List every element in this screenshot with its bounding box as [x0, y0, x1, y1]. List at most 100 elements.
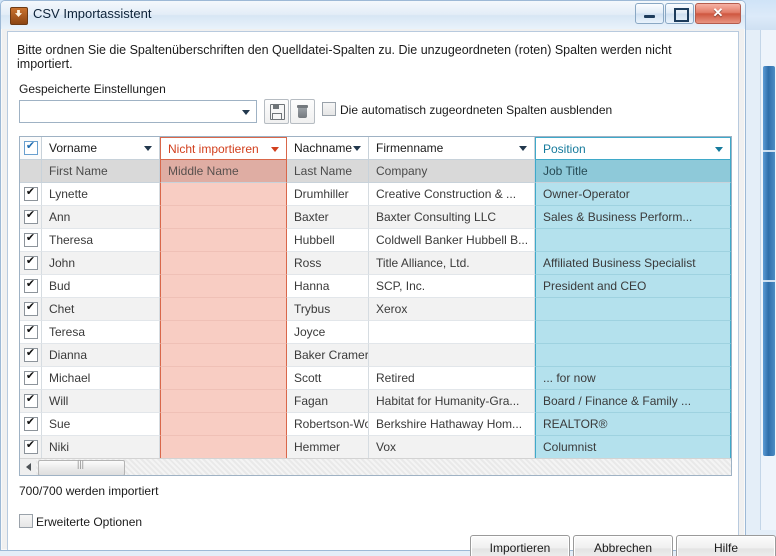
table-cell[interactable]: Baxter	[287, 206, 369, 229]
row-checkbox[interactable]	[20, 321, 42, 344]
table-row[interactable]: Dianna Baker Cramer	[20, 344, 731, 367]
table-cell[interactable]	[369, 321, 535, 344]
cancel-button[interactable]: Abbrechen	[573, 535, 673, 556]
table-cell[interactable]	[160, 321, 287, 344]
table-cell[interactable]	[369, 344, 535, 367]
table-cell[interactable]	[160, 344, 287, 367]
table-row[interactable]: Sue Robertson-WolinskiBerkshire Hathaway …	[20, 413, 731, 436]
table-cell[interactable]	[160, 275, 287, 298]
table-row[interactable]: Will FaganHabitat for Humanity-Gra...Boar…	[20, 390, 731, 413]
row-checkbox[interactable]	[20, 275, 42, 298]
row-checkbox[interactable]	[20, 390, 42, 413]
table-row[interactable]: Bud HannaSCP, Inc.President and CEO	[20, 275, 731, 298]
table-row[interactable]: Ann BaxterBaxter Consulting LLCSales & Bu…	[20, 206, 731, 229]
horizontal-scrollbar-thumb[interactable]	[38, 459, 125, 475]
column-header-dropdown-1[interactable]: Vorname	[42, 137, 160, 160]
table-cell[interactable]: Lynette	[42, 183, 160, 206]
import-button[interactable]: Importieren	[470, 535, 570, 556]
table-cell[interactable]: Theresa	[42, 229, 160, 252]
table-cell[interactable]: Teresa	[42, 321, 160, 344]
table-cell[interactable]: Columnist	[535, 436, 731, 459]
table-cell[interactable]: Ann	[42, 206, 160, 229]
table-cell[interactable]	[160, 252, 287, 275]
table-cell[interactable]: Michael	[42, 367, 160, 390]
table-cell[interactable]: Board / Finance & Family ...	[535, 390, 731, 413]
save-settings-button[interactable]	[264, 99, 289, 124]
table-row[interactable]: John RossTitle Alliance, Ltd.Affiliated B…	[20, 252, 731, 275]
maximize-button[interactable]	[665, 3, 694, 24]
title-bar[interactable]: CSV Importassistent ✕	[1, 1, 745, 29]
row-checkbox[interactable]	[20, 229, 42, 252]
table-row[interactable]: Chet TrybusXerox	[20, 298, 731, 321]
table-cell[interactable]	[160, 367, 287, 390]
table-cell[interactable]: Sue	[42, 413, 160, 436]
column-header-dropdown-5[interactable]: Position	[535, 137, 731, 160]
table-cell[interactable]: Baker Cramer	[287, 344, 369, 367]
table-cell[interactable]: Hemmer	[287, 436, 369, 459]
row-checkbox[interactable]	[20, 298, 42, 321]
table-cell[interactable]: Sales & Business Perform...	[535, 206, 731, 229]
table-cell[interactable]: Niki	[42, 436, 160, 459]
table-cell[interactable]: Title Alliance, Ltd.	[369, 252, 535, 275]
table-cell[interactable]: Owner-Operator	[535, 183, 731, 206]
table-cell[interactable]: Scott	[287, 367, 369, 390]
table-cell[interactable]	[160, 413, 287, 436]
table-cell[interactable]: John	[42, 252, 160, 275]
table-cell[interactable]: Bud	[42, 275, 160, 298]
hide-auto-mapped-checkbox[interactable]: Die automatisch zugeordneten Spalten aus…	[322, 102, 612, 117]
table-row[interactable]: Lynette DrumhillerCreative Construction &…	[20, 183, 731, 206]
saved-settings-combo[interactable]	[19, 100, 257, 123]
background-scrollbar-thumb[interactable]	[763, 66, 775, 456]
background-vertical-scrollbar[interactable]	[760, 30, 776, 530]
table-cell[interactable]: Fagan	[287, 390, 369, 413]
minimize-button[interactable]	[635, 3, 664, 24]
table-cell[interactable]: Ross	[287, 252, 369, 275]
table-cell[interactable]: Will	[42, 390, 160, 413]
table-cell[interactable]: Hanna	[287, 275, 369, 298]
column-header-dropdown-3[interactable]: Nachname	[287, 137, 369, 160]
help-button[interactable]: Hilfe	[676, 535, 776, 556]
row-checkbox[interactable]	[20, 436, 42, 459]
column-header-dropdown-2[interactable]: Nicht importieren	[160, 137, 287, 160]
row-checkbox[interactable]	[20, 344, 42, 367]
table-cell[interactable]: SCP, Inc.	[369, 275, 535, 298]
table-cell[interactable]: Coldwell Banker Hubbell B...	[369, 229, 535, 252]
table-cell[interactable]: Berkshire Hathaway Hom...	[369, 413, 535, 436]
table-cell[interactable]: President and CEO	[535, 275, 731, 298]
table-cell[interactable]	[160, 183, 287, 206]
table-horizontal-scrollbar[interactable]	[20, 458, 731, 475]
table-cell[interactable]	[535, 298, 731, 321]
table-cell[interactable]: REALTOR®	[535, 413, 731, 436]
row-checkbox[interactable]	[20, 367, 42, 390]
table-cell[interactable]: Dianna	[42, 344, 160, 367]
table-cell[interactable]	[535, 229, 731, 252]
table-cell[interactable]	[535, 321, 731, 344]
table-row[interactable]: Theresa HubbellColdwell Banker Hubbell B.…	[20, 229, 731, 252]
row-checkbox[interactable]	[20, 183, 42, 206]
table-cell[interactable]: Vox	[369, 436, 535, 459]
table-cell[interactable]: Robertson-Wolinski	[287, 413, 369, 436]
table-cell[interactable]: Xerox	[369, 298, 535, 321]
advanced-options-checkbox[interactable]: Erweiterte Optionen	[19, 514, 142, 529]
table-cell[interactable]	[160, 390, 287, 413]
row-checkbox[interactable]	[20, 206, 42, 229]
table-cell[interactable]: Joyce	[287, 321, 369, 344]
table-cell[interactable]	[160, 436, 287, 459]
table-cell[interactable]: Creative Construction & ...	[369, 183, 535, 206]
table-row[interactable]: Teresa Joyce	[20, 321, 731, 344]
table-cell[interactable]: Drumhiller	[287, 183, 369, 206]
table-cell[interactable]: Affiliated Business Specialist	[535, 252, 731, 275]
table-cell[interactable]	[160, 229, 287, 252]
table-cell[interactable]: Retired	[369, 367, 535, 390]
table-row[interactable]: Michael ScottRetired... for now	[20, 367, 731, 390]
table-cell[interactable]: ... for now	[535, 367, 731, 390]
table-cell[interactable]: Trybus	[287, 298, 369, 321]
table-cell[interactable]: Chet	[42, 298, 160, 321]
table-cell[interactable]	[160, 298, 287, 321]
delete-settings-button[interactable]	[290, 99, 315, 124]
table-cell[interactable]: Habitat for Humanity-Gra...	[369, 390, 535, 413]
row-checkbox[interactable]	[20, 252, 42, 275]
table-cell[interactable]: Hubbell	[287, 229, 369, 252]
table-cell[interactable]	[160, 206, 287, 229]
row-checkbox[interactable]	[20, 413, 42, 436]
